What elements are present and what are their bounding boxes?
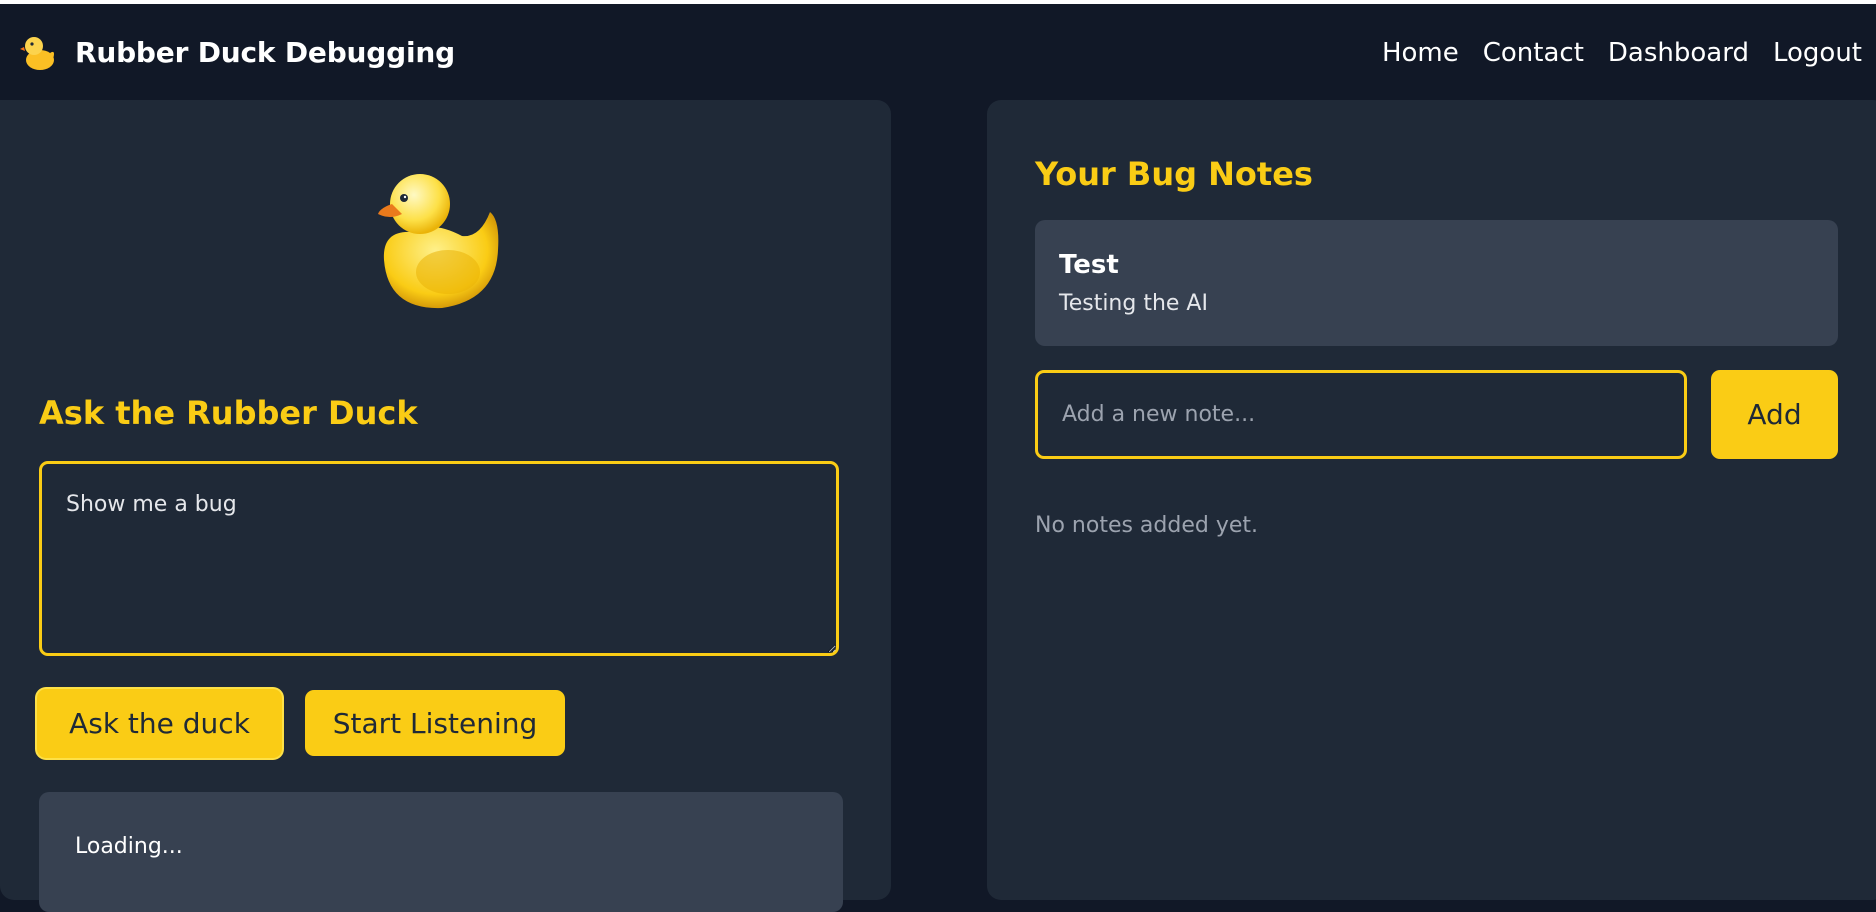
add-note-button[interactable]: Add [1711,370,1838,459]
note-title: Test [1059,250,1119,280]
rubber-duck-icon [378,174,499,309]
ask-duck-heading: Ask the Rubber Duck [39,394,418,432]
note-card: Test Testing the AI [1035,220,1838,346]
rubber-duck-icon [20,37,54,70]
start-listening-button[interactable]: Start Listening [305,690,565,756]
empty-notes-text: No notes added yet. [1035,513,1259,538]
nav-dashboard-link[interactable]: Dashboard [1608,38,1749,68]
nav-menu: Home Contact Dashboard Logout [1382,38,1862,68]
nav-logout-link[interactable]: Logout [1773,38,1862,68]
bug-notes-heading: Your Bug Notes [1035,155,1313,193]
response-text: Loading... [75,834,183,859]
ask-duck-panel: Ask the Rubber Duck Show me a bug Ask th… [0,100,891,912]
question-input[interactable]: Show me a bug [39,461,839,656]
note-body: Testing the AI [1059,291,1208,316]
bug-notes-panel: Your Bug Notes Test Testing the AI Add N… [987,100,1876,900]
nav-home-link[interactable]: Home [1382,38,1459,68]
navbar: Rubber Duck Debugging Home Contact Dashb… [0,4,1876,100]
response-box: Loading... [39,792,843,912]
new-note-input[interactable] [1035,370,1687,459]
ask-duck-button[interactable]: Ask the duck [37,689,282,758]
nav-contact-link[interactable]: Contact [1483,38,1584,68]
brand-title: Rubber Duck Debugging [75,36,455,69]
